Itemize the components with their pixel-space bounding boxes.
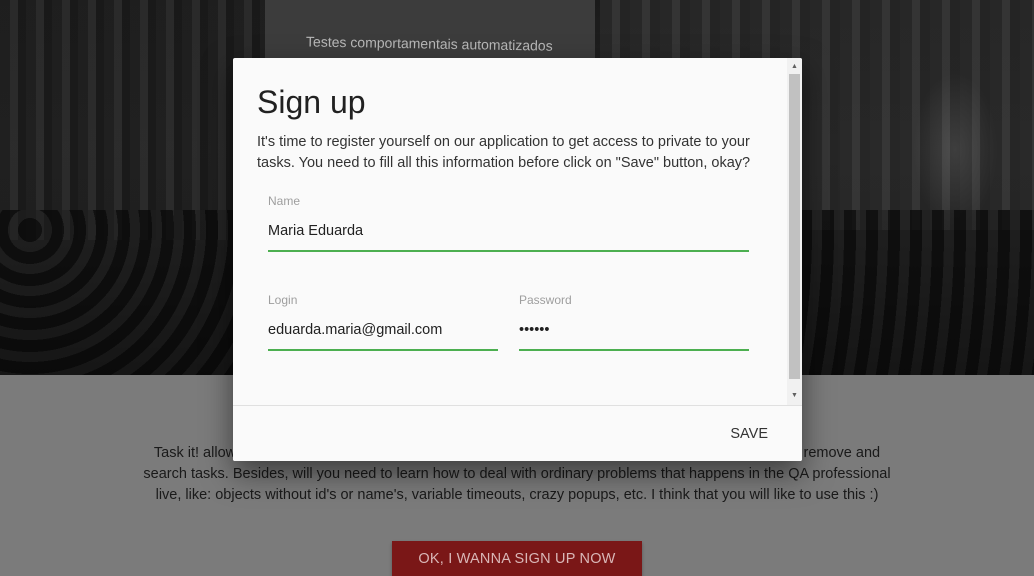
- name-field: Name: [268, 194, 749, 254]
- password-field: Password: [519, 293, 749, 353]
- scroll-down-arrow-icon[interactable]: ▼: [787, 389, 802, 403]
- name-label: Name: [268, 194, 301, 208]
- name-input[interactable]: [268, 212, 749, 252]
- scroll-up-arrow-icon[interactable]: ▲: [787, 60, 802, 74]
- dialog-scrollbar[interactable]: ▲ ▼: [787, 58, 802, 405]
- scroll-thumb[interactable]: [789, 74, 800, 379]
- password-input[interactable]: [519, 311, 749, 351]
- password-label: Password: [519, 293, 572, 307]
- dialog-title: Sign up: [257, 84, 366, 120]
- login-input[interactable]: [268, 311, 498, 351]
- dialog-description: It's time to register yourself on our ap…: [257, 134, 751, 171]
- dialog-content: Sign up It's time to register yourself o…: [233, 58, 787, 405]
- save-button[interactable]: SAVE: [722, 422, 776, 446]
- sign-up-dialog: Sign up It's time to register yourself o…: [233, 58, 802, 461]
- login-label: Login: [268, 293, 298, 307]
- dialog-footer: SAVE: [233, 405, 802, 461]
- login-field: Login: [268, 293, 498, 353]
